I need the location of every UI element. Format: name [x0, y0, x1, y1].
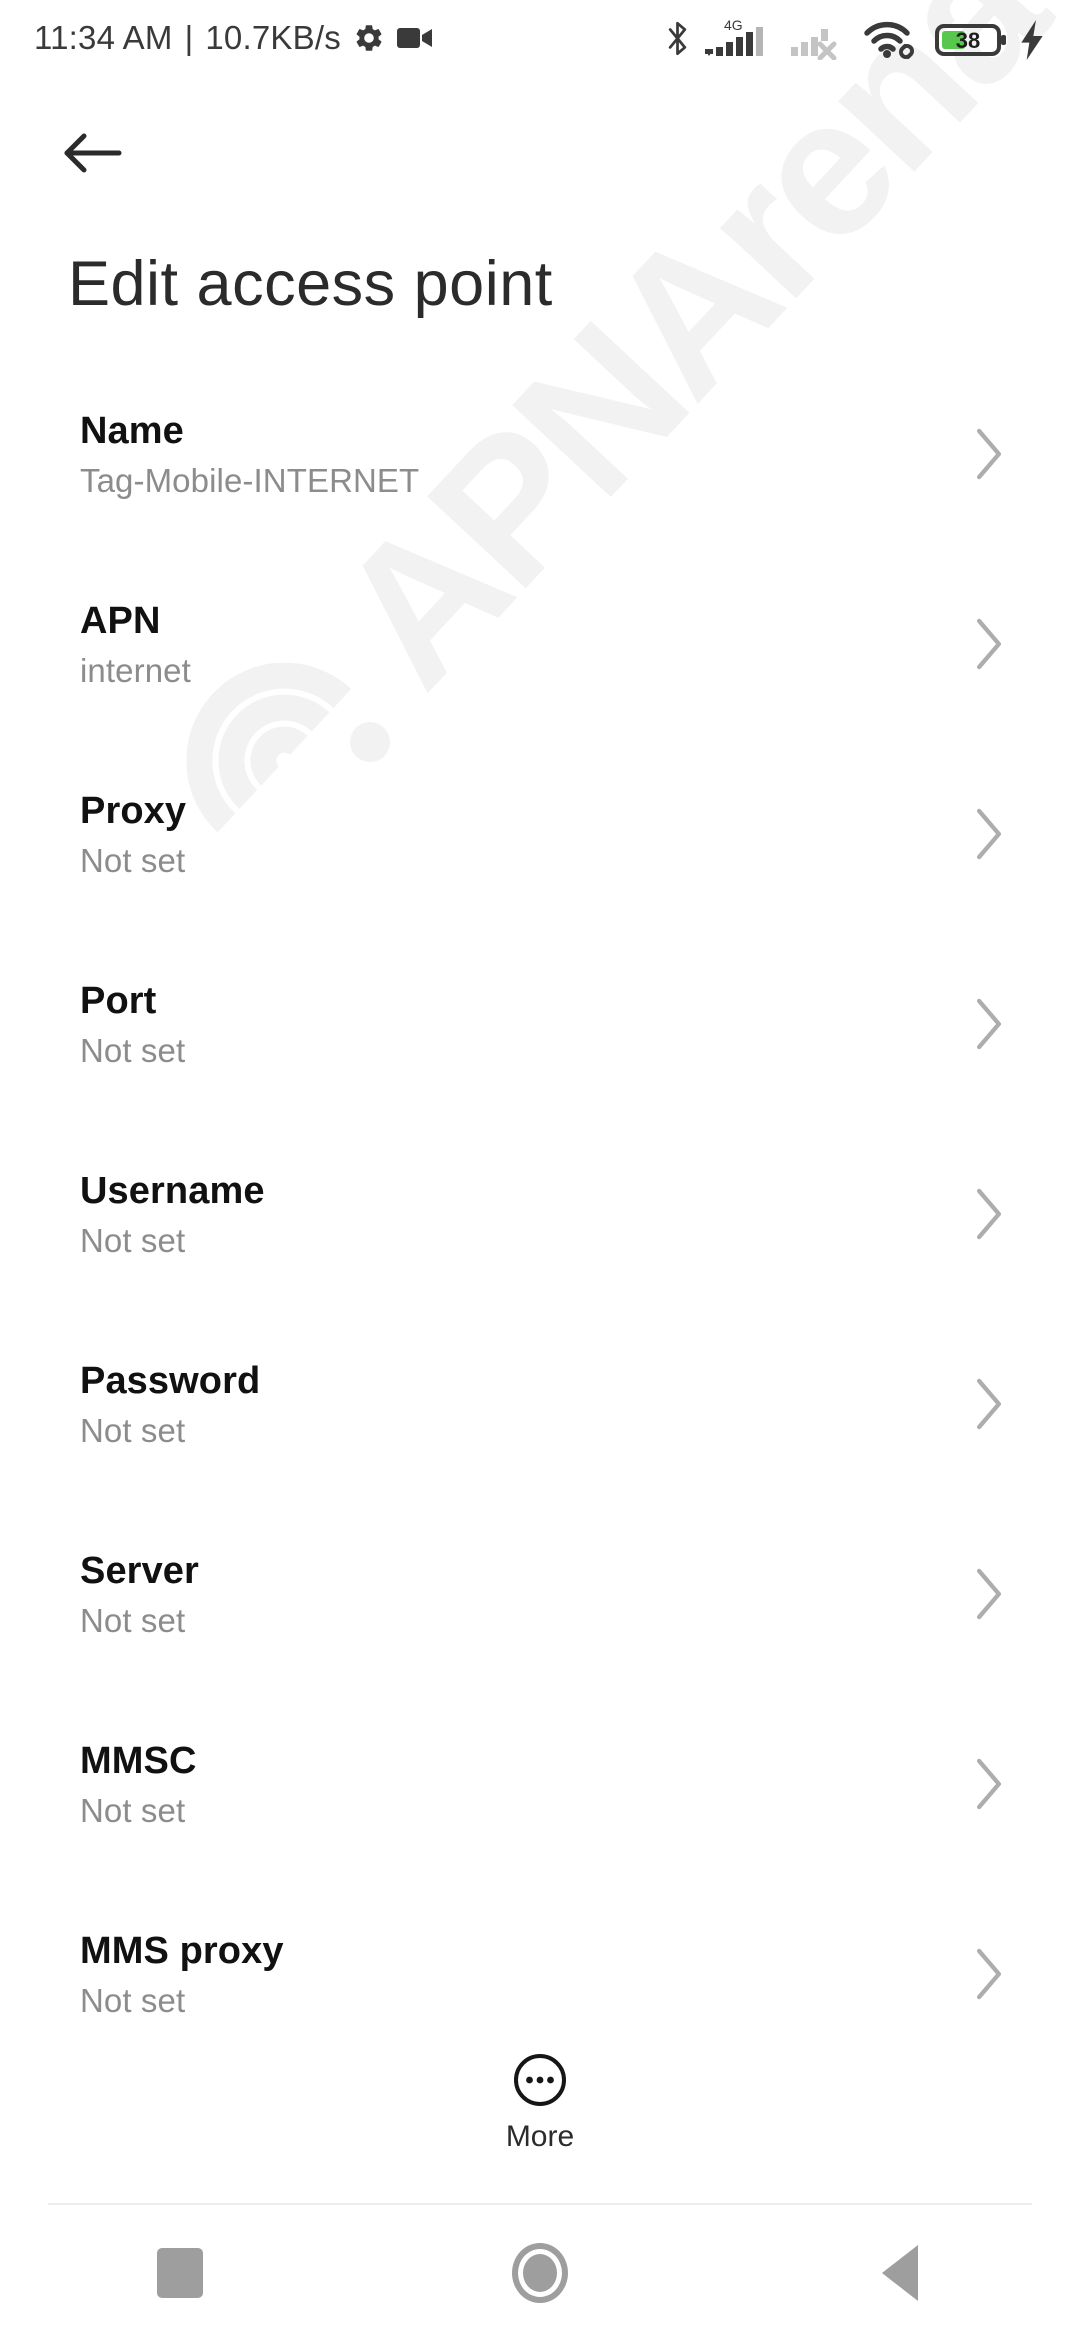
list-item-server[interactable]: Server Not set — [0, 1538, 1080, 1728]
list-item-value: Not set — [80, 1412, 186, 1450]
svg-text:4G: 4G — [724, 17, 743, 33]
list-item-username[interactable]: Username Not set — [0, 1158, 1080, 1348]
list-item-mmsc[interactable]: MMSC Not set — [0, 1728, 1080, 1918]
nav-recents-button[interactable] — [0, 2247, 360, 2298]
svg-text:38: 38 — [956, 28, 980, 53]
status-network-speed: 10.7KB/s — [205, 19, 341, 56]
page-title: Edit access point — [68, 249, 553, 319]
list-item-label: MMS proxy — [80, 1930, 284, 1972]
nav-home-button[interactable] — [360, 2242, 720, 2303]
list-item-proxy[interactable]: Proxy Not set — [0, 778, 1080, 968]
circle-icon — [512, 2242, 568, 2303]
status-bar: 11:34 AM | 10.7KB/s 4G 38 — [0, 0, 1080, 76]
more-button-label: More — [505, 2120, 575, 2153]
status-bar-left: 11:34 AM | 10.7KB/s — [34, 19, 433, 57]
video-camera-icon — [396, 28, 432, 48]
sim2-no-signal-icon — [791, 29, 837, 60]
list-item-label: APN — [80, 600, 161, 642]
list-item-value: Not set — [80, 1032, 186, 1070]
list-item-apn[interactable]: APN internet — [0, 588, 1080, 778]
list-item-value: Not set — [80, 1982, 186, 2020]
list-item-value: internet — [80, 652, 191, 690]
list-item-label: MMSC — [80, 1740, 197, 1782]
triangle-left-icon — [882, 2244, 918, 2301]
chevron-right-icon — [976, 1568, 1002, 1620]
chevron-right-icon — [976, 1758, 1002, 1810]
list-item-port[interactable]: Port Not set — [0, 968, 1080, 1158]
battery-icon: 38 — [935, 24, 1006, 56]
wifi-link-icon — [864, 21, 914, 59]
more-button[interactable]: More — [0, 2052, 1080, 2154]
list-item-value: Not set — [80, 1222, 186, 1260]
back-button[interactable] — [58, 118, 128, 188]
nav-back-button[interactable] — [720, 2244, 1080, 2301]
list-item-password[interactable]: Password Not set — [0, 1348, 1080, 1538]
more-circle-icon — [514, 2054, 566, 2106]
chevron-right-icon — [976, 1378, 1002, 1430]
chevron-right-icon — [976, 1948, 1002, 2000]
list-item-label: Name — [80, 410, 184, 452]
navigation-bar — [0, 2205, 1080, 2340]
list-item-label: Proxy — [80, 790, 187, 832]
chevron-right-icon — [976, 998, 1002, 1050]
chevron-right-icon — [976, 618, 1002, 670]
bluetooth-icon — [668, 21, 687, 56]
list-item-label: Server — [80, 1550, 199, 1592]
gear-icon — [356, 25, 382, 51]
list-item-name[interactable]: Name Tag-Mobile-INTERNET — [0, 398, 1080, 588]
list-item-label: Port — [80, 980, 157, 1022]
list-item-value: Not set — [80, 842, 186, 880]
charging-bolt-icon — [1021, 20, 1043, 60]
list-item-value: Not set — [80, 1792, 186, 1830]
chevron-right-icon — [976, 428, 1002, 480]
phone-screen: APNArena 11:34 AM | 10.7KB/s 4G 38 Edit … — [0, 0, 1080, 2340]
signal-4g-icon: 4G — [705, 17, 763, 56]
settings-list: Name Tag-Mobile-INTERNET APN internet Pr… — [0, 398, 1080, 2108]
chevron-right-icon — [976, 1188, 1002, 1240]
status-separator: | — [184, 19, 194, 56]
status-bar-right: 4G 38 — [664, 16, 1046, 60]
list-item-value: Tag-Mobile-INTERNET — [80, 462, 420, 500]
square-icon — [157, 2247, 203, 2298]
status-time: 11:34 AM — [34, 19, 173, 56]
list-item-label: Username — [80, 1170, 265, 1212]
list-item-value: Not set — [80, 1602, 186, 1640]
chevron-right-icon — [976, 808, 1002, 860]
list-item-label: Password — [80, 1360, 261, 1402]
arrow-left-icon — [64, 133, 122, 173]
